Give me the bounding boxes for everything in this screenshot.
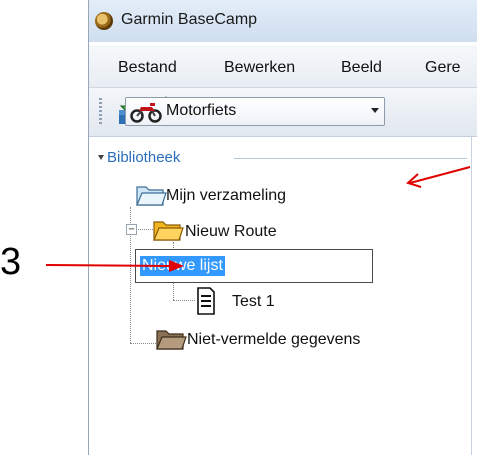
- annotation-arrow-right: [406, 166, 471, 188]
- annotation-arrows: [45, 166, 471, 272]
- annotation-arrow-left: [45, 260, 184, 272]
